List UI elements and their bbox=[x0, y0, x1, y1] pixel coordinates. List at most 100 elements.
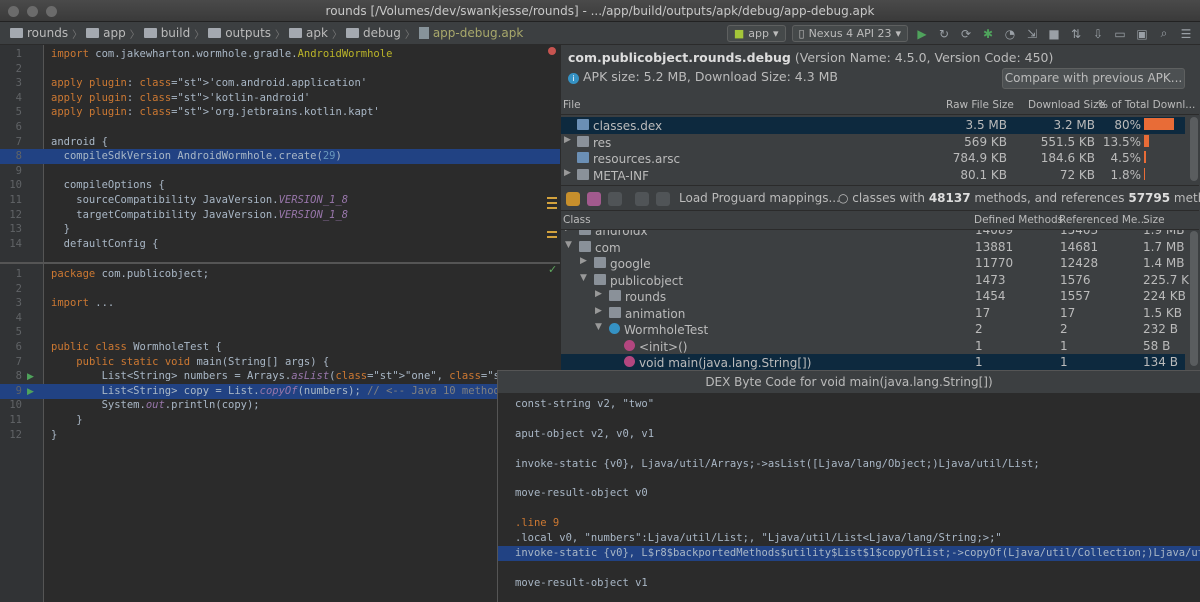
layout-inspector-icon[interactable]: ▭ bbox=[1112, 26, 1128, 42]
bytecode-line[interactable]: .line 9 bbox=[498, 516, 1200, 531]
code-line[interactable]: 10 compileOptions { bbox=[0, 178, 560, 193]
close-window-button[interactable] bbox=[8, 6, 19, 17]
file-row[interactable]: classes.dex 3.5 MB 3.2 MB 80% bbox=[561, 117, 1185, 134]
tree-icon[interactable] bbox=[656, 192, 670, 206]
load-proguard-button[interactable]: Load Proguard mappings... bbox=[679, 191, 840, 205]
run-config-select[interactable]: ■ app ▾ bbox=[726, 25, 786, 42]
bytecode-line[interactable] bbox=[498, 561, 1200, 576]
bytecode-line[interactable]: move-result-object v0 bbox=[498, 486, 1200, 501]
code-line[interactable]: 2 bbox=[0, 282, 560, 297]
breadcrumb-item[interactable]: app bbox=[82, 26, 130, 40]
apply-code-changes-icon[interactable]: ⟳ bbox=[958, 26, 974, 42]
code-editor[interactable]: 1 import com.jakewharton.wormhole.gradle.… bbox=[0, 45, 563, 602]
stop-icon[interactable]: ■ bbox=[1046, 26, 1062, 42]
breadcrumb-item[interactable]: app-debug.apk bbox=[415, 26, 528, 40]
code-line[interactable]: 14 defaultConfig { bbox=[0, 237, 560, 252]
col-referenced-methods[interactable]: Referenced Me... bbox=[1059, 214, 1147, 226]
show-methods-icon[interactable] bbox=[587, 192, 601, 206]
code-line[interactable]: 3 apply plugin: class="st">'com.android.a… bbox=[0, 76, 560, 91]
file-table-scrollbar[interactable] bbox=[1190, 117, 1198, 181]
breadcrumb-item[interactable]: debug bbox=[342, 26, 405, 40]
class-row[interactable]: ▼ publicobject 1473 1576 225.7 K bbox=[561, 272, 1189, 289]
code-line[interactable]: 1 package com.publicobject; bbox=[0, 267, 560, 282]
code-line[interactable]: 11 sourceCompatibility JavaVersion.VERSI… bbox=[0, 193, 560, 208]
class-row[interactable]: ▼ WormholeTest 2 2 232 B bbox=[561, 321, 1185, 338]
code-line[interactable]: 4 apply plugin: class="st">'kotlin-androi… bbox=[0, 91, 560, 106]
sync-icon[interactable]: ⇅ bbox=[1068, 26, 1084, 42]
code-line[interactable]: 9 List<String> copy = List.copyOf(number… bbox=[0, 383, 560, 399]
class-tree-scrollbar[interactable] bbox=[1190, 231, 1198, 366]
bytecode-line[interactable] bbox=[498, 472, 1200, 487]
minimize-window-button[interactable] bbox=[27, 6, 38, 17]
expand-icon[interactable]: ▶ bbox=[595, 289, 602, 299]
code-line[interactable]: 13 } bbox=[0, 222, 560, 237]
bytecode-line[interactable]: const-string v2, "two" bbox=[498, 397, 1200, 412]
expand-icon[interactable]: ▼ bbox=[565, 240, 572, 250]
bytecode-line[interactable]: invoke-static {v0}, L$r8$backportedMetho… bbox=[498, 546, 1200, 561]
device-select[interactable]: ▯ Nexus 4 API 23 ▾ bbox=[791, 25, 908, 42]
warning-marker[interactable] bbox=[547, 207, 557, 209]
code-line[interactable]: 3 import ... bbox=[0, 296, 560, 311]
col-defined-methods[interactable]: Defined Methods bbox=[974, 214, 1063, 226]
class-row[interactable]: ▶androidx14089154031.9 MB bbox=[561, 230, 1185, 239]
class-row[interactable]: ▶ animation 17 17 1.5 KB bbox=[561, 305, 1185, 322]
bytecode-line[interactable] bbox=[498, 501, 1200, 516]
sdk-manager-icon[interactable]: ⇩ bbox=[1090, 26, 1106, 42]
code-line[interactable]: 2 bbox=[0, 62, 560, 77]
breadcrumb-item[interactable]: rounds bbox=[6, 26, 72, 40]
col-size[interactable]: Size bbox=[1143, 214, 1165, 226]
class-row[interactable]: <init>() 1 1 58 B bbox=[561, 338, 1185, 355]
code-line[interactable]: 5 apply plugin: class="st">'org.jetbrains… bbox=[0, 105, 560, 120]
expand-icon[interactable]: ▼ bbox=[595, 322, 602, 332]
expand-icon[interactable]: ▶ bbox=[580, 256, 587, 266]
expand-icon[interactable]: ▶ bbox=[565, 230, 572, 233]
class-row[interactable]: ▼ com 13881 14681 1.7 MB bbox=[561, 239, 1185, 256]
class-row[interactable]: ▶ rounds 1454 1557 224 KB bbox=[561, 288, 1186, 305]
warning-marker[interactable] bbox=[547, 231, 557, 233]
col-percent[interactable]: % of Total Downl... bbox=[1098, 99, 1195, 111]
bytecode-line[interactable]: move-result-object v1 bbox=[498, 576, 1200, 591]
warning-marker[interactable] bbox=[547, 197, 557, 199]
code-line[interactable]: 11 } bbox=[0, 413, 560, 428]
file-row[interactable]: ▶ res 569 KB 551.5 KB 13.5% bbox=[561, 134, 1185, 151]
zoom-window-button[interactable] bbox=[46, 6, 57, 17]
show-references-icon[interactable] bbox=[608, 192, 622, 206]
dex-window-title[interactable]: DEX Byte Code for void main(java.lang.St… bbox=[498, 371, 1200, 393]
code-line[interactable]: 12 targetCompatibility JavaVersion.VERSI… bbox=[0, 208, 560, 223]
compare-apk-button[interactable]: Compare with previous APK... bbox=[1002, 68, 1185, 89]
bytecode-line[interactable]: aput-object v2, v0, v1 bbox=[498, 427, 1200, 442]
apply-changes-icon[interactable]: ↻ bbox=[936, 26, 952, 42]
bytecode-line[interactable]: .local v0, "numbers":Ljava/util/List;, "… bbox=[498, 531, 1200, 546]
expand-icon[interactable]: ▶ bbox=[564, 135, 571, 145]
code-line[interactable]: 6 public class WormholeTest { bbox=[0, 340, 560, 355]
show-fields-icon[interactable] bbox=[566, 192, 580, 206]
warning-marker[interactable] bbox=[547, 236, 557, 238]
settings-icon[interactable]: ☰ bbox=[1178, 26, 1194, 42]
code-line[interactable]: 9 bbox=[0, 164, 560, 179]
editor-split-divider[interactable] bbox=[0, 262, 560, 264]
code-line[interactable]: 12} bbox=[0, 428, 560, 443]
breadcrumb-item[interactable]: outputs bbox=[204, 26, 275, 40]
expand-icon[interactable]: ▶ bbox=[595, 306, 602, 316]
profile-icon[interactable]: ◔ bbox=[1002, 26, 1018, 42]
code-line[interactable]: 7 android { bbox=[0, 135, 560, 150]
run-gutter-icon[interactable]: ▶ bbox=[27, 387, 34, 397]
search-icon[interactable]: ⌕ bbox=[1156, 26, 1172, 42]
class-row[interactable]: ▶ google 11770 12428 1.4 MB bbox=[561, 255, 1185, 272]
expand-icon[interactable]: ▼ bbox=[580, 273, 587, 283]
code-line[interactable]: 8 compileSdkVersion AndroidWormhole.crea… bbox=[0, 149, 560, 165]
code-line[interactable]: 8 List<String> numbers = Arrays.asList(c… bbox=[0, 369, 563, 384]
bytecode-line[interactable] bbox=[498, 412, 1200, 427]
code-line[interactable]: 7 public static void main(String[] args)… bbox=[0, 355, 560, 370]
col-download-size[interactable]: Download Size bbox=[1028, 99, 1105, 111]
col-class[interactable]: Class bbox=[563, 214, 591, 226]
breadcrumb-item[interactable]: apk bbox=[285, 26, 332, 40]
class-row[interactable]: void main(java.lang.String[]) 1 1 134 B bbox=[561, 354, 1185, 370]
run-gutter-icon[interactable]: ▶ bbox=[27, 372, 34, 382]
col-file[interactable]: File bbox=[563, 99, 581, 111]
run-icon[interactable]: ▶ bbox=[914, 26, 930, 42]
attach-debugger-icon[interactable]: ⇲ bbox=[1024, 26, 1040, 42]
expand-icon[interactable]: ▶ bbox=[564, 168, 571, 178]
code-line[interactable]: 6 bbox=[0, 120, 560, 135]
code-line[interactable]: 5 bbox=[0, 325, 560, 340]
